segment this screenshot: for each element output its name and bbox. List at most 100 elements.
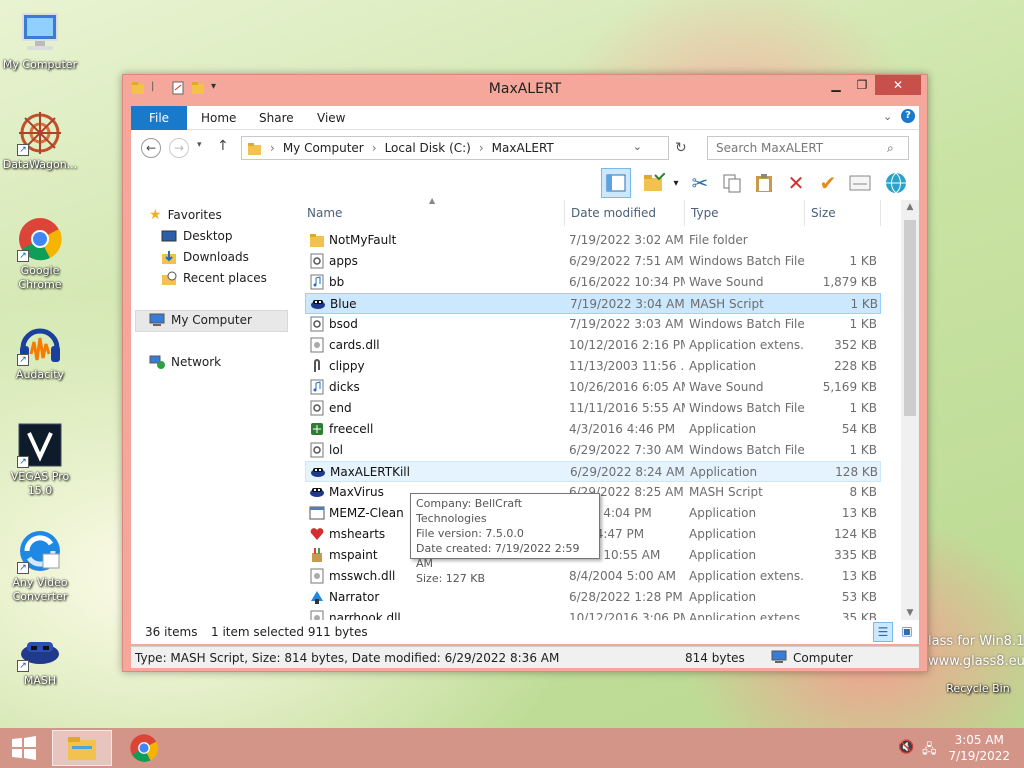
table-row[interactable]: cards.dll 10/12/2016 2:16 PM Application e… xyxy=(305,335,881,356)
details-size: 814 bytes xyxy=(685,651,745,665)
breadcrumb-item[interactable]: Local Disk (C:) xyxy=(385,141,471,155)
tab-view[interactable]: View xyxy=(317,106,345,130)
tab-home[interactable]: Home xyxy=(201,106,236,130)
checkmark-icon: ✔ xyxy=(819,171,837,195)
delete-button[interactable]: ✕ xyxy=(781,168,811,198)
tab-share[interactable]: Share xyxy=(259,106,294,130)
file-date: 7/19/2022 3:04 AM xyxy=(570,297,685,311)
table-row[interactable]: MaxALERTKill 6/29/2022 8:24 AM Application… xyxy=(305,461,881,482)
title-bar[interactable]: | ▾ MaxALERT ▁ ❐ ✕ xyxy=(123,75,927,105)
volume-muted-icon[interactable]: 🔇 xyxy=(898,740,914,755)
copy-button[interactable] xyxy=(717,168,747,198)
file-name: dicks xyxy=(329,380,360,394)
copy-icon xyxy=(723,174,741,193)
back-button[interactable]: ← xyxy=(141,138,161,158)
file-type: Wave Sound xyxy=(689,380,764,394)
recent-locations-icon[interactable]: ▾ xyxy=(197,140,202,150)
forward-button[interactable]: → xyxy=(169,138,189,158)
desktop-icon-my-computer[interactable]: My Computer xyxy=(2,10,78,72)
mash-icon: ↗ xyxy=(17,636,63,672)
layout-pane-button[interactable] xyxy=(601,168,631,198)
file-type: Application xyxy=(689,359,757,373)
table-row[interactable]: apps 6/29/2022 7:51 AM Windows Batch File 1… xyxy=(305,251,881,272)
nav-favorites[interactable]: ★ Favorites xyxy=(149,205,222,225)
up-button[interactable]: ↑ xyxy=(217,138,229,154)
rename-button[interactable]: ✔ xyxy=(813,168,843,198)
column-header-type[interactable]: Type xyxy=(685,200,805,226)
details-bar: Type: MASH Script, Size: 814 bytes, Date… xyxy=(131,646,919,668)
desktop-icon-datawagon[interactable]: ↗ DataWagon... xyxy=(2,110,78,172)
scroll-down-arrow[interactable]: ▼ xyxy=(904,608,916,618)
nav-network[interactable]: Network xyxy=(149,352,221,372)
cut-button[interactable]: ✂ xyxy=(685,168,715,198)
desktop-icon-chrome[interactable]: ↗ Google Chrome xyxy=(2,216,78,292)
address-bar[interactable]: › My Computer › Local Disk (C:) › MaxALE… xyxy=(241,136,669,160)
desktop-icon-mash[interactable]: ↗ MASH xyxy=(2,636,78,688)
search-input[interactable]: Search MaxALERT xyxy=(707,136,909,160)
scroll-up-arrow[interactable]: ▲ xyxy=(904,202,916,212)
maximize-button[interactable]: ❐ xyxy=(849,75,875,95)
desktop-icon-label: Any Video Converter xyxy=(12,576,68,603)
table-row[interactable]: clippy 11/13/2003 11:56 ... Application 228… xyxy=(305,356,881,377)
network-tray-icon[interactable]: 🖧 xyxy=(922,740,937,762)
column-header-size[interactable]: Size xyxy=(805,200,881,226)
help-icon[interactable]: ? xyxy=(901,109,915,123)
taskbar-chrome[interactable] xyxy=(114,730,174,766)
search-icon[interactable]: ⌕ xyxy=(887,141,894,156)
chevron-down-icon[interactable]: ⌄ xyxy=(633,140,642,153)
column-header-name[interactable]: Name xyxy=(305,200,565,226)
table-row[interactable]: Narrator 6/28/2022 1:28 PM Application 53 K… xyxy=(305,587,881,608)
table-row[interactable]: end 11/11/2016 5:55 AM Windows Batch File 1… xyxy=(305,398,881,419)
network-globe-button[interactable] xyxy=(881,168,911,198)
vegas-icon: ↗ xyxy=(17,422,63,468)
nav-desktop[interactable]: Desktop xyxy=(161,226,233,246)
chevron-right-icon: › xyxy=(270,141,275,155)
file-size: 54 KB xyxy=(841,422,877,436)
vertical-scrollbar[interactable]: ▲ ▼ xyxy=(901,200,919,620)
batch-file-icon xyxy=(309,400,325,416)
scissors-icon: ✂ xyxy=(691,171,709,195)
table-row[interactable]: NotMyFault 7/19/2022 3:02 AM File folder xyxy=(305,230,881,251)
table-row[interactable]: freecell 4/3/2016 4:46 PM Application 54 KB xyxy=(305,419,881,440)
file-size: 124 KB xyxy=(834,527,877,541)
mash-script-icon xyxy=(309,484,325,500)
large-icons-icon: ▣ xyxy=(901,624,913,638)
file-size: 5,169 KB xyxy=(822,380,877,394)
desktop-icon-recycle-bin[interactable]: Recycle Bin xyxy=(940,650,1016,695)
desktop-icon-vegas[interactable]: ↗ VEGAS Pro 15.0 xyxy=(2,422,78,498)
paste-button[interactable] xyxy=(749,168,779,198)
properties-button[interactable] xyxy=(845,168,875,198)
tab-file[interactable]: File xyxy=(131,106,187,130)
nav-recent-places[interactable]: Recent places xyxy=(161,268,267,288)
paste-icon xyxy=(756,174,772,192)
nav-my-computer[interactable]: My Computer xyxy=(149,310,252,330)
file-type: Application xyxy=(690,465,758,479)
file-size: 1 KB xyxy=(850,297,878,311)
close-button[interactable]: ✕ xyxy=(875,75,921,95)
file-name: NotMyFault xyxy=(329,233,397,247)
file-size: 228 KB xyxy=(834,359,877,373)
nav-downloads[interactable]: Downloads xyxy=(161,247,249,267)
desktop-icon-video-converter[interactable]: ↗ Any Video Converter xyxy=(2,528,78,604)
paint-icon xyxy=(309,547,325,563)
minimize-button[interactable]: ▁ xyxy=(823,75,849,95)
refresh-button[interactable]: ↻ xyxy=(675,140,687,156)
scrollbar-thumb[interactable] xyxy=(904,220,916,416)
large-icons-button[interactable]: ▣ xyxy=(897,622,917,642)
table-row[interactable]: dicks 10/26/2016 6:05 AM Wave Sound 5,169 K… xyxy=(305,377,881,398)
chevron-down-icon[interactable]: ⌄ xyxy=(883,110,892,123)
table-row[interactable]: Blue 7/19/2022 3:04 AM MASH Script 1 KB xyxy=(305,293,881,314)
taskbar-file-explorer[interactable] xyxy=(52,730,112,766)
details-view-button[interactable]: ☰ xyxy=(873,622,893,642)
desktop-icon-audacity[interactable]: ↗ Audacity xyxy=(2,320,78,382)
breadcrumb-item[interactable]: MaxALERT xyxy=(492,141,554,155)
clock[interactable]: 3:05 AM 7/19/2022 xyxy=(948,732,1010,764)
table-row[interactable]: bb 6/16/2022 10:34 PM Wave Sound 1,879 KB xyxy=(305,272,881,293)
column-header-date[interactable]: Date modified xyxy=(565,200,685,226)
table-row[interactable]: lol 6/29/2022 7:30 AM Windows Batch File 1 … xyxy=(305,440,881,461)
start-button[interactable] xyxy=(0,730,48,766)
shortcut-arrow-icon: ↗ xyxy=(17,354,29,366)
shortcut-arrow-icon: ↗ xyxy=(17,250,29,262)
breadcrumb-item[interactable]: My Computer xyxy=(283,141,364,155)
table-row[interactable]: bsod 7/19/2022 3:03 AM Windows Batch File 1… xyxy=(305,314,881,335)
